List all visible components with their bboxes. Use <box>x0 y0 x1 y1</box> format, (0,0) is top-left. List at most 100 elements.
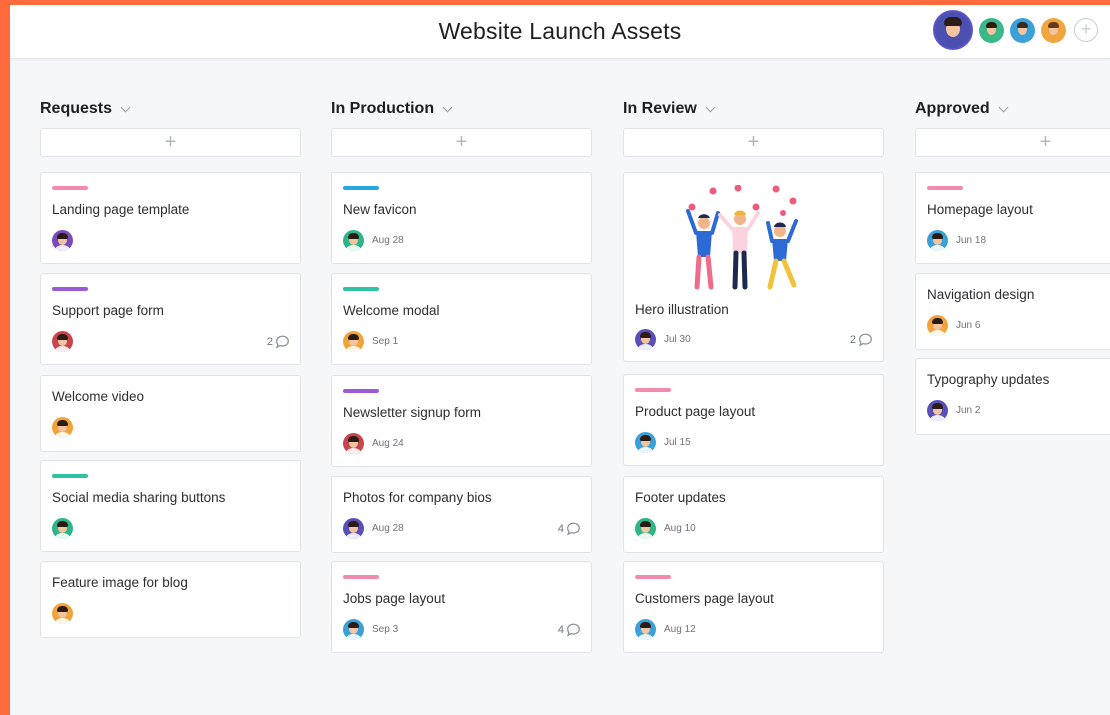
task-card[interactable]: Feature image for blog <box>40 561 301 638</box>
assignee-avatar[interactable] <box>343 331 364 352</box>
task-card[interactable]: Social media sharing buttons <box>40 460 301 552</box>
member-avatar[interactable] <box>1041 17 1066 43</box>
comment-icon <box>566 623 580 637</box>
task-meta: Jun 2 <box>927 400 1110 421</box>
task-title: Customers page layout <box>635 591 774 606</box>
task-meta: Aug 24 <box>343 433 581 454</box>
task-card[interactable]: Hero illustration Jul 30 2 <box>623 172 884 362</box>
task-card[interactable]: Navigation design Jun 6 <box>915 273 1110 350</box>
member-avatar[interactable] <box>1010 17 1035 43</box>
task-card[interactable]: Typography updates Jun 2 <box>915 358 1110 435</box>
comment-count-value: 2 <box>266 335 273 348</box>
assignee-avatar[interactable] <box>927 230 948 251</box>
comment-icon <box>275 335 289 349</box>
chevron-down-icon[interactable] <box>998 102 1009 112</box>
project-members: + <box>933 10 1098 50</box>
member-avatar[interactable] <box>979 17 1004 43</box>
due-date: Jun 2 <box>956 405 981 416</box>
task-card[interactable]: Customers page layout Aug 12 <box>623 561 884 653</box>
task-card[interactable]: Jobs page layout Sep 3 4 <box>331 561 592 653</box>
task-tag <box>343 575 379 579</box>
assignee-avatar[interactable] <box>52 417 73 438</box>
chevron-down-icon[interactable] <box>705 102 716 112</box>
assignee-avatar[interactable] <box>635 432 656 453</box>
column-header[interactable]: Approved <box>915 95 1110 123</box>
comment-count[interactable]: 2 <box>850 333 873 347</box>
assignee-avatar[interactable] <box>52 518 73 539</box>
comment-icon <box>858 333 872 347</box>
assignee-avatar[interactable] <box>343 230 364 251</box>
task-meta: Jul 30 2 <box>635 329 873 350</box>
chevron-down-icon[interactable] <box>442 102 453 112</box>
task-card[interactable]: Support page form 2 <box>40 273 301 365</box>
column-header[interactable]: Requests <box>40 95 301 123</box>
task-title: Homepage layout <box>927 202 1033 217</box>
due-date: Jun 6 <box>956 320 981 331</box>
task-meta: Jun 18 <box>927 230 1110 251</box>
task-tag <box>52 186 88 190</box>
assignee-avatar[interactable] <box>635 619 656 640</box>
column-approved: Approved + Homepage layout Jun 18 Navigation… <box>915 95 1110 435</box>
task-meta <box>52 230 290 251</box>
task-card[interactable]: New favicon Aug 28 <box>331 172 592 264</box>
column-name: Approved <box>915 100 990 117</box>
comment-icon <box>566 522 580 536</box>
task-meta: Sep 1 <box>343 331 581 352</box>
task-card[interactable]: Footer updates Aug 10 <box>623 476 884 553</box>
task-card[interactable]: Newsletter signup form Aug 24 <box>331 375 592 467</box>
assignee-avatar[interactable] <box>343 433 364 454</box>
assignee-avatar[interactable] <box>52 230 73 251</box>
assignee-avatar[interactable] <box>343 619 364 640</box>
column-header[interactable]: In Review <box>623 95 884 123</box>
task-meta <box>52 417 290 438</box>
comment-count[interactable]: 4 <box>558 522 581 536</box>
task-title: New favicon <box>343 202 417 217</box>
due-date: Jul 30 <box>664 334 691 345</box>
assignee-avatar[interactable] <box>52 603 73 624</box>
member-avatar[interactable] <box>933 10 973 50</box>
add-task-button[interactable]: + <box>623 128 884 157</box>
task-card[interactable]: Homepage layout Jun 18 <box>915 172 1110 264</box>
task-title: Social media sharing buttons <box>52 490 226 505</box>
due-date: Sep 1 <box>372 336 399 347</box>
due-date: Jun 18 <box>956 235 987 246</box>
add-task-button[interactable]: + <box>40 128 301 157</box>
assignee-avatar[interactable] <box>635 518 656 539</box>
assignee-avatar[interactable] <box>52 331 73 352</box>
task-title: Landing page template <box>52 202 190 217</box>
assignee-avatar[interactable] <box>635 329 656 350</box>
project-header: Website Launch Assets + <box>10 5 1110 59</box>
comment-count-value: 4 <box>557 623 564 636</box>
task-card[interactable]: Product page layout Jul 15 <box>623 374 884 466</box>
hero-illustration-image <box>686 184 798 290</box>
due-date: Jul 15 <box>664 437 691 448</box>
due-date: Aug 24 <box>372 438 404 449</box>
task-tag <box>52 287 88 291</box>
column-in-production: In Production + New favicon Aug 28 Welcome m… <box>331 95 592 653</box>
app-frame: Website Launch Assets + Requests + Landing… <box>10 5 1110 715</box>
comment-count[interactable]: 4 <box>558 623 581 637</box>
column-header[interactable]: In Production <box>331 95 592 123</box>
comment-count[interactable]: 2 <box>267 335 290 349</box>
task-card[interactable]: Welcome modal Sep 1 <box>331 273 592 365</box>
task-tag <box>52 474 88 478</box>
task-meta: Jul 15 <box>635 432 873 453</box>
assignee-avatar[interactable] <box>343 518 364 539</box>
task-tag <box>927 186 963 190</box>
assignee-avatar[interactable] <box>927 315 948 336</box>
add-member-icon[interactable]: + <box>1074 18 1098 42</box>
add-task-button[interactable]: + <box>331 128 592 157</box>
task-meta: Aug 28 <box>343 230 581 251</box>
task-card[interactable]: Welcome video <box>40 375 301 452</box>
task-meta: Sep 3 4 <box>343 619 581 640</box>
task-meta: Aug 12 <box>635 619 873 640</box>
task-card[interactable]: Landing page template <box>40 172 301 264</box>
chevron-down-icon[interactable] <box>120 102 131 112</box>
add-task-button[interactable]: + <box>915 128 1110 157</box>
task-card[interactable]: Photos for company bios Aug 28 4 <box>331 476 592 553</box>
column-name: In Review <box>623 100 697 117</box>
assignee-avatar[interactable] <box>927 400 948 421</box>
task-tag <box>343 287 379 291</box>
task-tag <box>635 388 671 392</box>
task-meta: Aug 28 4 <box>343 518 581 539</box>
